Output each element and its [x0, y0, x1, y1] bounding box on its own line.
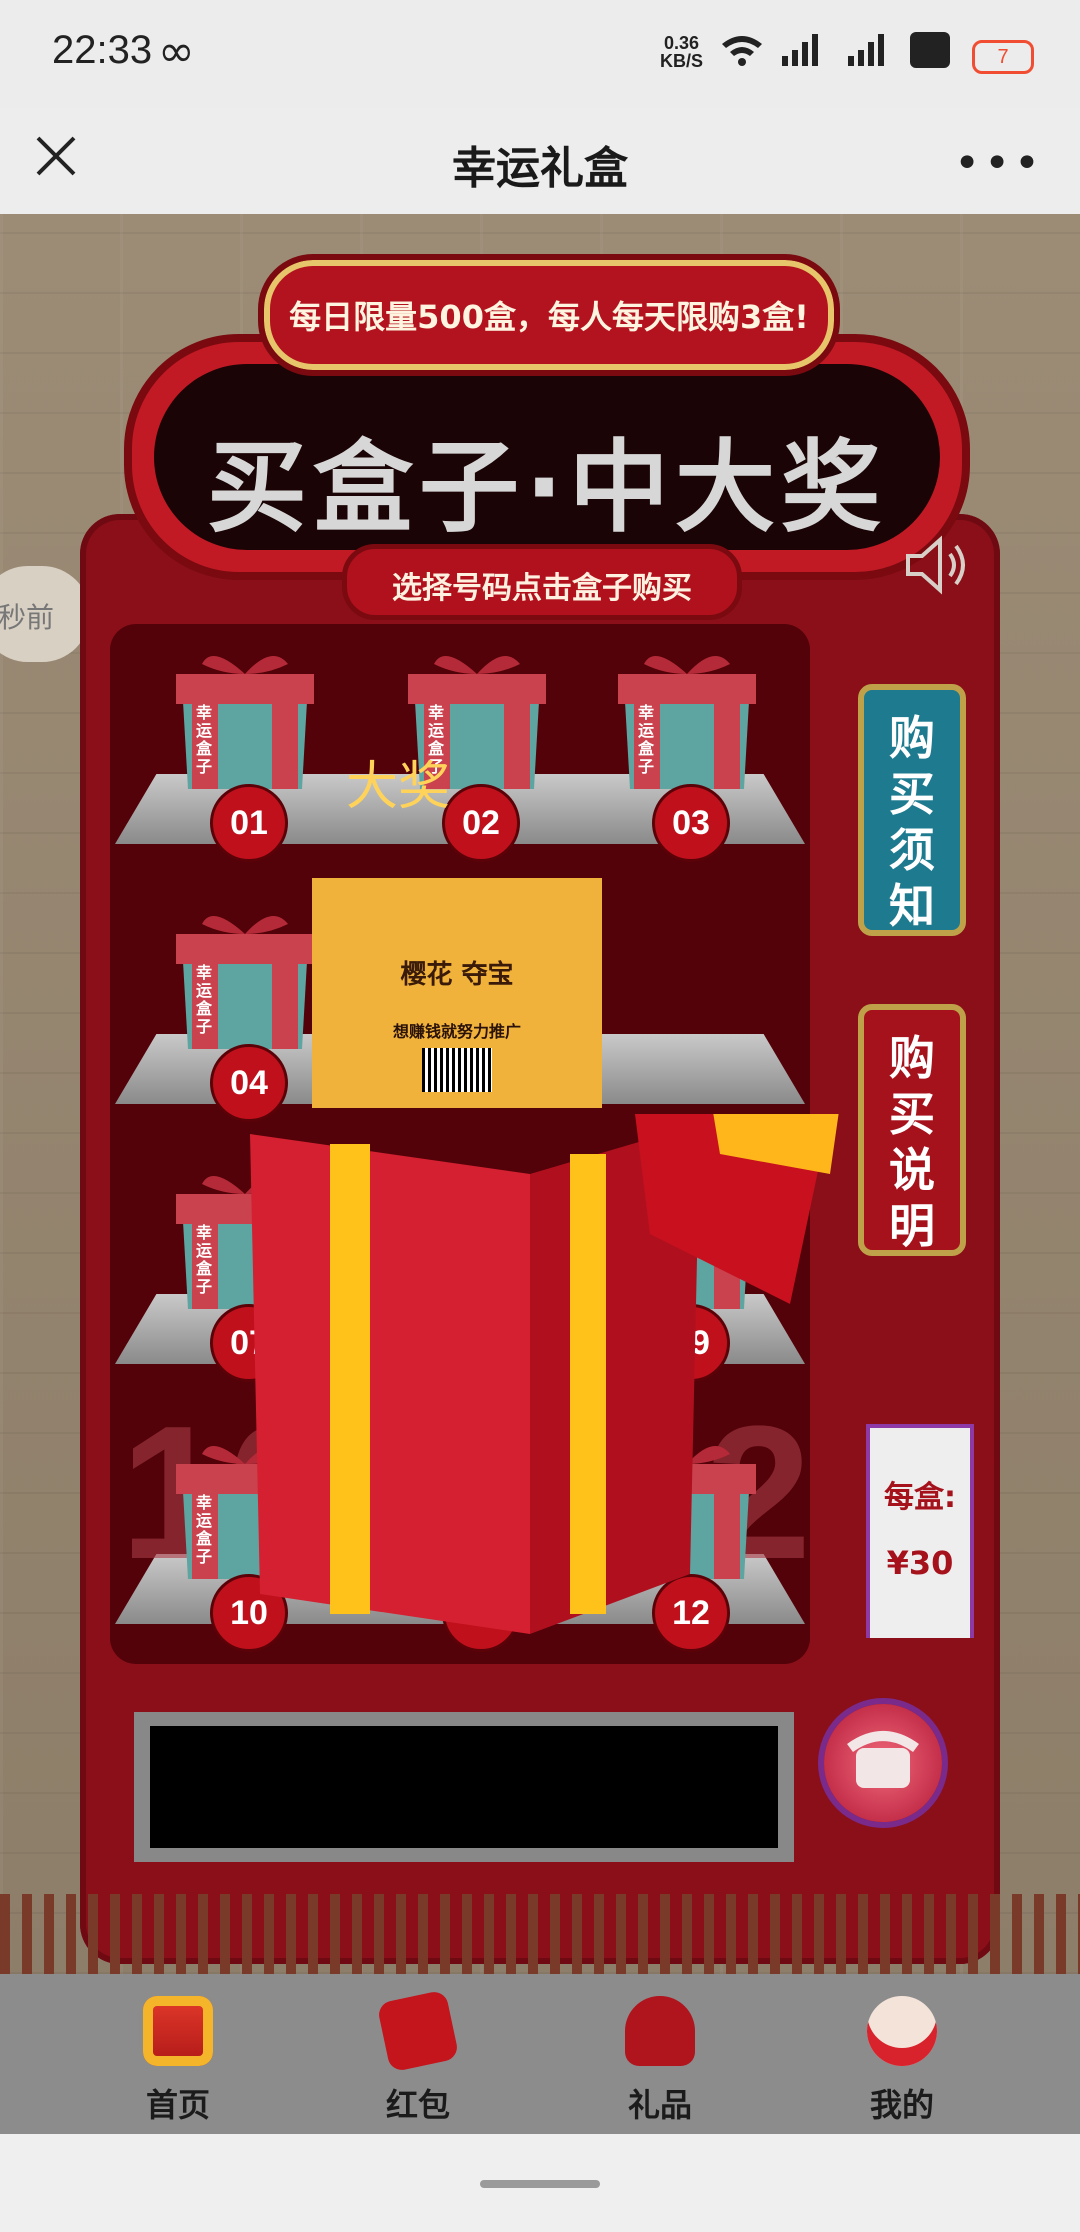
home-gesture-bar[interactable]	[480, 2180, 600, 2188]
gift-box-slot[interactable]: 幸运盒子 03	[614, 634, 764, 864]
gift-box-icon	[176, 916, 314, 1049]
tab-gifts-label: 礼品	[627, 2086, 692, 2124]
red-envelope-icon	[376, 1989, 460, 2073]
hd-icon	[910, 32, 950, 68]
tab-mine-label: 我的	[869, 2086, 934, 2124]
status-bar: 22:33 ∞ 0.36 KB/S 7	[0, 0, 1080, 108]
box-number-badge: 03	[652, 784, 730, 862]
picket-fence	[0, 1894, 1080, 1974]
promo-card-slogan: 想赚钱就努力推广	[392, 1022, 521, 1041]
gift-box-label: 幸运盒子	[196, 703, 213, 776]
cellular-signal-icon	[782, 34, 818, 66]
lucky-cat-icon	[867, 1996, 937, 2066]
price-label: 每盒:	[884, 1480, 956, 1515]
tab-home[interactable]: 首页	[78, 1984, 278, 2124]
tab-red-envelope[interactable]: 红包	[318, 1984, 518, 2124]
more-menu-icon[interactable]: •••	[954, 138, 1044, 189]
phone-contact-button[interactable]	[824, 1704, 942, 1822]
network-speed-value: 0.36	[663, 33, 700, 53]
limit-text: 每日限量500盒，每人每天限购3盒!	[289, 298, 809, 336]
gift-box-slot[interactable]: 幸运盒子 04	[172, 894, 322, 1124]
gift-box-label: 幸运盒子	[196, 1493, 213, 1566]
tab-mine[interactable]: 我的	[802, 1984, 1002, 2124]
qr-code-image	[422, 1048, 492, 1092]
gift-box-label: 幸运盒子	[196, 963, 213, 1036]
title-bar: 幸运礼盒 •••	[0, 108, 1080, 214]
open-gift-box-image[interactable]	[230, 1114, 870, 1654]
promo-card[interactable]: 樱花 夺宝 想赚钱就努力推广	[312, 878, 602, 1108]
purchase-notice-button[interactable]: 购买须知	[858, 684, 966, 936]
purchase-explanation-button[interactable]: 购买说明	[858, 1004, 966, 1256]
box-number-badge: 04	[210, 1044, 288, 1122]
price-tag: 每盒: ¥30	[866, 1424, 974, 1638]
prize-text: 大奖	[346, 757, 451, 817]
price-value: ¥30	[886, 1544, 954, 1582]
gift-icon	[143, 1996, 213, 2066]
gift-box-label: 幸运盒子	[638, 703, 655, 776]
purchase-notice-label: 购买须知	[889, 711, 935, 933]
purchase-explanation-label: 购买说明	[889, 1031, 935, 1253]
box-number-badge: 02	[442, 784, 520, 862]
headline-text: 买盒子·中大奖	[207, 429, 887, 546]
instruction-text: 选择号码点击盒子购买	[392, 571, 692, 606]
game-scene: 秒前 买盒子·中大奖 每日限量500盒，每人每天限购3盒! 选择号码点击盒子购买…	[0, 214, 1080, 1974]
gift-bag-icon	[625, 1996, 695, 2066]
tab-gifts[interactable]: 礼品	[560, 1984, 760, 2124]
speaker-icon[interactable]	[900, 530, 970, 600]
promo-card-title: 樱花 夺宝	[400, 960, 514, 990]
box-number-badge: 01	[210, 784, 288, 862]
gift-box-icon	[176, 656, 314, 789]
tab-red-envelope-label: 红包	[385, 2086, 450, 2124]
dispense-tray	[134, 1712, 794, 1862]
instruction-banner: 选择号码点击盒子购买	[342, 544, 742, 620]
wifi-icon	[722, 36, 762, 66]
bottom-tab-bar: 首页 红包 礼品 我的	[0, 1974, 1080, 2134]
activity-time: 秒前	[0, 601, 55, 634]
signal-icons	[722, 32, 950, 68]
status-time: 22:33	[52, 28, 153, 72]
network-speed: 0.36 KB/S	[660, 34, 703, 70]
phone-icon	[847, 1731, 919, 1788]
infinity-icon: ∞	[158, 26, 195, 77]
battery-icon: 7	[972, 40, 1034, 74]
gift-box-slot[interactable]: 幸运盒子 01	[172, 634, 322, 864]
gift-box-label: 幸运盒子	[196, 1223, 213, 1296]
system-nav-bar	[0, 2134, 1080, 2232]
gift-box-icon	[618, 656, 756, 789]
tab-home-label: 首页	[145, 2086, 210, 2124]
cellular-signal-icon-2	[848, 34, 884, 66]
limit-banner: 每日限量500盒，每人每天限购3盒!	[258, 254, 840, 376]
network-speed-unit: KB/S	[660, 51, 704, 71]
page-title: 幸运礼盒	[452, 143, 628, 194]
